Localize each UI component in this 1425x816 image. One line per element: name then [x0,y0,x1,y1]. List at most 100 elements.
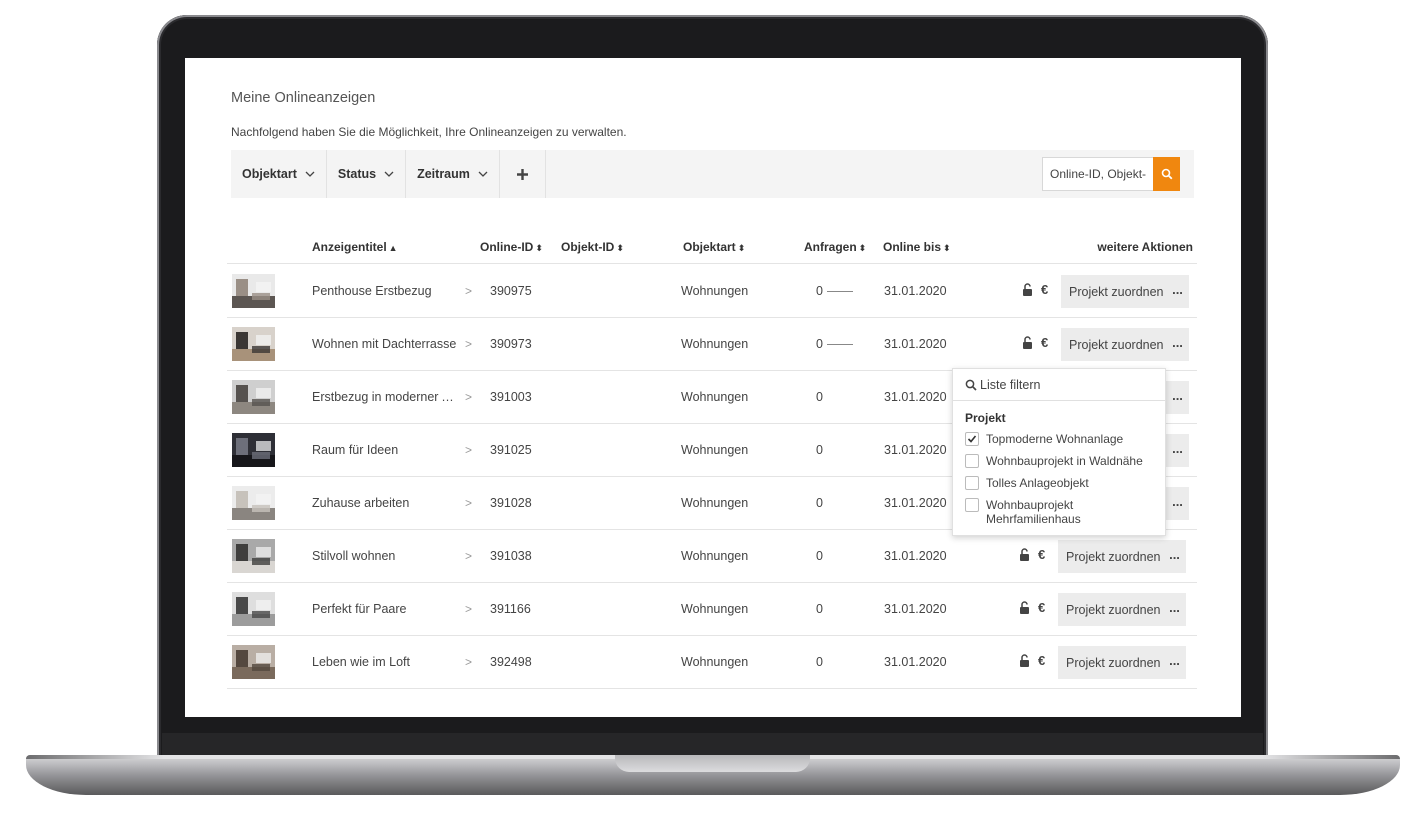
anfragen-value: 0 [816,390,823,404]
column-header-online-id[interactable]: Online-ID ⬍ [480,240,543,254]
anfragen-value: 0 [816,337,823,351]
filter-objektart[interactable]: Objektart [231,150,327,198]
anfragen-count: 0 [816,496,823,510]
more-actions-button[interactable]: ... [1166,328,1189,361]
more-actions-button[interactable]: ... [1166,381,1189,414]
euro-icon[interactable]: € [1038,600,1045,615]
column-header-online-bis[interactable]: Online bis ⬍ [883,240,951,254]
chevron-right-icon[interactable]: > [465,284,472,298]
table-row[interactable]: Perfekt für Paare >391166 Wohnungen 0 31.01.… [227,583,1197,636]
filter-toolbar: Objektart Status Zeitraum [231,150,1194,198]
sort-icon: ⬍ [943,243,951,253]
filter-status[interactable]: Status [327,150,407,198]
chevron-right-icon[interactable]: > [465,496,472,510]
objektart: Wohnungen [681,284,749,298]
table-row[interactable]: Leben wie im Loft >392498 Wohnungen 0 31.01.… [227,636,1197,689]
laptop-bezel-bottom [162,733,1263,757]
more-actions-button[interactable]: ... [1166,434,1189,467]
listing-thumbnail [232,327,275,361]
objektart: Wohnungen [681,655,749,669]
filter-label: Objektart [242,167,297,181]
more-actions-button[interactable]: ... [1166,487,1189,520]
more-actions-button[interactable]: ... [1163,540,1186,573]
online-bis-date: 31.01.2020 [884,390,947,404]
euro-icon[interactable]: € [1041,282,1048,297]
chevron-right-icon[interactable]: > [465,655,472,669]
filter-label: Status [337,167,377,181]
project-option[interactable]: Topmoderne Wohnanlage [965,432,1156,446]
table-row[interactable]: Wohnen mit Dachterrasse >390973 Wohnungen 0… [227,318,1197,371]
chevron-right-icon[interactable]: > [465,443,472,457]
unlock-icon[interactable] [1022,336,1033,350]
online-bis-date: 31.01.2020 [884,549,947,563]
online-id: 391166 [490,602,531,616]
search-icon [1161,168,1172,180]
unlock-icon[interactable] [1019,654,1030,668]
assign-project-button[interactable]: Projekt zuordnen [1061,328,1172,361]
euro-icon[interactable]: € [1038,547,1045,562]
filter-zeitraum[interactable]: Zeitraum [406,150,500,198]
sort-icon: ⬍ [616,243,624,253]
column-header-anfragen[interactable]: Anfragen ⬍ [804,240,866,254]
checkbox[interactable] [965,476,979,490]
unlock-icon[interactable] [1019,548,1030,562]
listing-title[interactable]: Leben wie im Loft [312,655,462,669]
online-id: 391003 [490,390,532,404]
project-option[interactable]: Tolles Anlageobjekt [965,476,1156,490]
sort-icon: ⬍ [737,243,746,253]
table-row[interactable]: Stilvoll wohnen >391038 Wohnungen 0 31.01.20… [227,530,1197,583]
listing-title[interactable]: Wohnen mit Dachterrasse [312,337,462,351]
chevron-right-icon[interactable]: > [465,390,472,404]
checkbox-checked[interactable] [965,432,979,446]
project-option-label: Tolles Anlageobjekt [986,476,1089,490]
listing-title[interactable]: Erstbezug in moderner Anlage [312,390,462,404]
anfragen-count: 0 [816,655,823,669]
checkmark-icon [967,435,977,443]
column-header-objektart[interactable]: Objektart ⬍ [683,240,745,254]
search-input[interactable] [1042,157,1153,191]
page-subtitle: Nachfolgend haben Sie die Möglichkeit, I… [231,125,627,139]
listing-title[interactable]: Penthouse Erstbezug [312,284,462,298]
euro-icon[interactable]: € [1041,335,1048,350]
checkbox[interactable] [965,454,979,468]
project-option[interactable]: Wohnbauprojekt Mehrfamilienhaus [965,498,1156,526]
listing-thumbnail [232,592,275,626]
assign-project-button[interactable]: Projekt zuordnen [1061,275,1172,308]
online-bis-date: 31.01.2020 [884,655,947,669]
ellipsis-icon: ... [1172,493,1183,509]
online-bis-date: 31.01.2020 [884,337,947,351]
column-header-title[interactable]: Anzeigentitel ▲ [312,240,398,254]
more-actions-button[interactable]: ... [1163,593,1186,626]
assign-project-button[interactable]: Projekt zuordnen [1058,593,1169,626]
column-header-objekt-id[interactable]: Objekt-ID ⬍ [561,240,624,254]
objektart: Wohnungen [681,496,749,510]
chevron-right-icon[interactable]: > [465,549,472,563]
project-dropdown: Projekt Topmoderne Wohnanlage Wohnbauproj… [952,368,1166,536]
online-id: 390975 [490,284,532,298]
chevron-right-icon[interactable]: > [465,337,472,351]
add-filter-button[interactable] [500,150,546,198]
listing-title[interactable]: Zuhause arbeiten [312,496,462,510]
search-button[interactable] [1153,157,1180,191]
assign-project-button[interactable]: Projekt zuordnen [1058,540,1169,573]
dropdown-heading: Projekt [965,411,1006,425]
screen: Meine Onlineanzeigen Nachfolgend haben S… [185,58,1241,717]
unlock-icon[interactable] [1019,601,1030,615]
table-row[interactable]: Penthouse Erstbezug >390975 Wohnungen 0 31.0… [227,265,1197,318]
euro-icon[interactable]: € [1038,653,1045,668]
assign-project-button[interactable]: Projekt zuordnen [1058,646,1169,679]
ellipsis-icon: ... [1172,281,1183,297]
ellipsis-icon: ... [1169,546,1180,562]
project-option[interactable]: Wohnbauprojekt in Waldnähe [965,454,1156,468]
unlock-icon[interactable] [1022,283,1033,297]
listing-title[interactable]: Raum für Ideen [312,443,462,457]
anfragen-count: 0 [816,443,823,457]
ellipsis-icon: ... [1169,599,1180,615]
dropdown-filter-input[interactable] [980,377,1150,392]
checkbox[interactable] [965,498,979,512]
more-actions-button[interactable]: ... [1163,646,1186,679]
more-actions-button[interactable]: ... [1166,275,1189,308]
listing-title[interactable]: Stilvoll wohnen [312,549,462,563]
chevron-right-icon[interactable]: > [465,602,472,616]
listing-title[interactable]: Perfekt für Paare [312,602,462,616]
